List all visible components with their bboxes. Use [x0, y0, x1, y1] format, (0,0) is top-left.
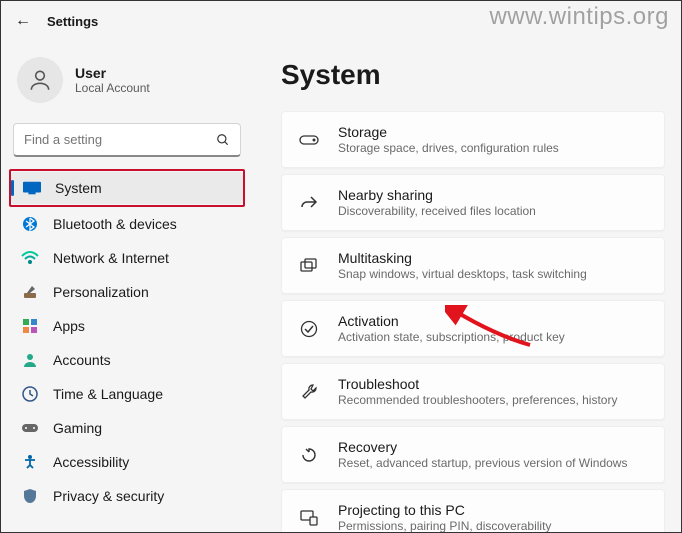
search-box[interactable] — [13, 123, 241, 157]
user-name: User — [75, 65, 150, 81]
avatar — [17, 57, 63, 103]
sidebar-item-label: Network & Internet — [53, 250, 169, 266]
card-title: Activation — [338, 313, 565, 329]
sidebar-item-accounts[interactable]: Accounts — [9, 344, 245, 376]
sidebar-item-accessibility[interactable]: Accessibility — [9, 446, 245, 478]
personalization-icon — [21, 283, 39, 301]
projecting-icon — [298, 507, 320, 529]
sidebar-item-label: Privacy & security — [53, 488, 164, 504]
card-multitasking[interactable]: Multitasking Snap windows, virtual deskt… — [281, 237, 665, 294]
sidebar-item-personalization[interactable]: Personalization — [9, 276, 245, 308]
recovery-icon — [298, 444, 320, 466]
card-title: Troubleshoot — [338, 376, 617, 392]
card-sub: Recommended troubleshooters, preferences… — [338, 393, 617, 407]
bluetooth-icon — [21, 215, 39, 233]
card-sub: Storage space, drives, configuration rul… — [338, 141, 559, 155]
clock-icon — [21, 385, 39, 403]
card-title: Multitasking — [338, 250, 587, 266]
card-sub: Activation state, subscriptions, product… — [338, 330, 565, 344]
back-button[interactable]: ← — [15, 12, 31, 30]
troubleshoot-icon — [298, 381, 320, 403]
card-title: Storage — [338, 124, 559, 140]
sidebar-item-network[interactable]: Network & Internet — [9, 242, 245, 274]
card-title: Projecting to this PC — [338, 502, 551, 518]
gaming-icon — [21, 419, 39, 437]
storage-icon — [298, 129, 320, 151]
system-icon — [23, 179, 41, 197]
page-title: System — [281, 59, 665, 91]
card-title: Nearby sharing — [338, 187, 536, 203]
sidebar-item-label: Accessibility — [53, 454, 129, 470]
highlight-system: System — [9, 169, 245, 207]
watermark: www.wintips.org — [489, 3, 669, 31]
sidebar-item-apps[interactable]: Apps — [9, 310, 245, 342]
multitasking-icon — [298, 255, 320, 277]
sidebar-item-time[interactable]: Time & Language — [9, 378, 245, 410]
sidebar-item-label: Bluetooth & devices — [53, 216, 177, 232]
main-content: System Storage Storage space, drives, co… — [253, 41, 681, 532]
search-input[interactable] — [24, 132, 216, 147]
card-title: Recovery — [338, 439, 627, 455]
card-storage[interactable]: Storage Storage space, drives, configura… — [281, 111, 665, 168]
app-title: Settings — [47, 14, 98, 29]
network-icon — [21, 249, 39, 267]
sidebar: User Local Account System — [1, 41, 253, 532]
sidebar-item-label: System — [55, 180, 102, 196]
card-sub: Reset, advanced startup, previous versio… — [338, 456, 627, 470]
sidebar-item-system[interactable]: System — [11, 172, 243, 204]
sidebar-item-privacy[interactable]: Privacy & security — [9, 480, 245, 512]
apps-icon — [21, 317, 39, 335]
card-troubleshoot[interactable]: Troubleshoot Recommended troubleshooters… — [281, 363, 665, 420]
card-nearby-sharing[interactable]: Nearby sharing Discoverability, received… — [281, 174, 665, 231]
card-sub: Discoverability, received files location — [338, 204, 536, 218]
sidebar-item-label: Time & Language — [53, 386, 163, 402]
sidebar-item-label: Accounts — [53, 352, 111, 368]
sidebar-item-label: Apps — [53, 318, 85, 334]
card-activation[interactable]: Activation Activation state, subscriptio… — [281, 300, 665, 357]
sidebar-item-bluetooth[interactable]: Bluetooth & devices — [9, 208, 245, 240]
share-icon — [298, 192, 320, 214]
user-sub: Local Account — [75, 81, 150, 95]
user-block[interactable]: User Local Account — [9, 49, 245, 119]
accessibility-icon — [21, 453, 39, 471]
activation-icon — [298, 318, 320, 340]
shield-icon — [21, 487, 39, 505]
sidebar-item-gaming[interactable]: Gaming — [9, 412, 245, 444]
card-recovery[interactable]: Recovery Reset, advanced startup, previo… — [281, 426, 665, 483]
card-projecting[interactable]: Projecting to this PC Permissions, pairi… — [281, 489, 665, 532]
sidebar-item-label: Gaming — [53, 420, 102, 436]
card-sub: Snap windows, virtual desktops, task swi… — [338, 267, 587, 281]
card-sub: Permissions, pairing PIN, discoverabilit… — [338, 519, 551, 532]
search-icon — [216, 133, 230, 147]
sidebar-item-label: Personalization — [53, 284, 149, 300]
accounts-icon — [21, 351, 39, 369]
